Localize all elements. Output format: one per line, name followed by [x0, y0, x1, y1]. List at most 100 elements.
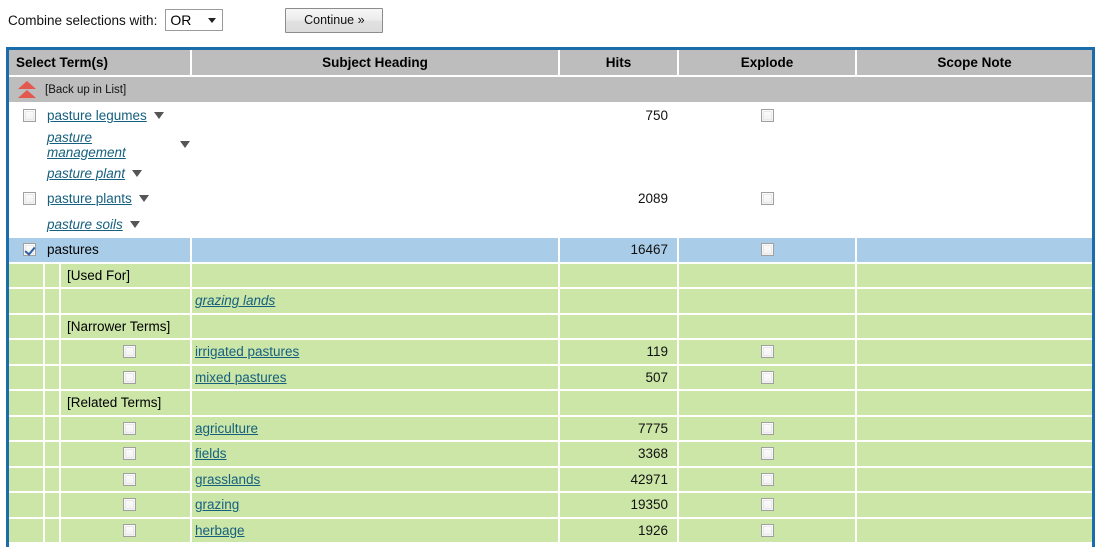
explode-cell	[678, 103, 857, 130]
explode-checkbox-irrigated-pastures[interactable]	[760, 345, 774, 359]
thesaurus-table-frame: Select Term(s) Subject Heading Hits Expl…	[6, 47, 1095, 547]
scope-note-cell	[856, 415, 1092, 442]
indent-content	[61, 468, 190, 492]
caret-down-icon[interactable]	[153, 112, 164, 120]
hits-cell	[559, 262, 679, 289]
select-checkbox-pasture-plants[interactable]	[23, 192, 36, 206]
caret-down-icon[interactable]	[132, 169, 143, 177]
caret-down-icon[interactable]	[138, 195, 149, 203]
column-header-select-terms: Select Term(s)	[9, 50, 192, 77]
subject-heading-cell: agriculture	[191, 415, 560, 442]
explode-checkbox-grasslands[interactable]	[760, 472, 774, 486]
select-term-cell	[9, 364, 192, 391]
indent-spacer-2	[45, 289, 61, 313]
hits-cell	[559, 313, 679, 340]
select-checkbox-pasture-legumes[interactable]	[23, 109, 36, 123]
term-link-pasture-plant[interactable]: pasture plant	[47, 166, 125, 181]
subject-heading-cell	[191, 390, 560, 417]
subject-heading-cell	[191, 313, 560, 340]
explode-holder	[679, 162, 855, 186]
caret-down-icon[interactable]	[129, 220, 140, 228]
subject-link-grazing[interactable]: grazing	[195, 497, 239, 512]
caret-down-icon[interactable]	[180, 141, 190, 148]
explode-checkbox-pastures[interactable]	[760, 243, 774, 257]
subject-link-agriculture[interactable]: agriculture	[195, 421, 258, 436]
term-link-pasture-soils[interactable]: pasture soils	[47, 217, 123, 232]
explode-holder	[679, 264, 855, 288]
select-term-cell	[9, 288, 192, 315]
subject-link-herbage[interactable]: herbage	[195, 523, 245, 538]
select-term-cell	[9, 339, 192, 366]
table-row: grazing lands	[9, 288, 1092, 315]
subject-heading-cell: grazing lands	[191, 288, 560, 315]
explode-cell	[678, 288, 857, 315]
explode-cell	[678, 160, 857, 187]
select-term-cell: pasture plant	[9, 160, 192, 187]
indent-spacer-2	[45, 467, 61, 491]
subject-link-fields[interactable]: fields	[195, 446, 227, 461]
subject-heading-cell	[191, 237, 560, 264]
select-checkbox-pastures[interactable]	[23, 243, 36, 257]
select-checkbox-fields[interactable]	[123, 447, 136, 461]
indent-spacer-1	[9, 289, 45, 313]
term-link-pasture-management[interactable]: pasture management	[47, 130, 173, 160]
hits-value-grasslands: 42971	[630, 471, 668, 487]
table-header-row: Select Term(s) Subject Heading Hits Expl…	[9, 50, 1092, 77]
explode-checkbox-agriculture[interactable]	[760, 421, 774, 435]
explode-cell	[678, 186, 857, 213]
select-checkbox-agriculture[interactable]	[123, 421, 136, 435]
select-term-cell: pasture legumes	[9, 103, 192, 130]
indent-spacer-1	[9, 314, 45, 338]
term-link-pasture-legumes[interactable]: pasture legumes	[47, 108, 147, 123]
explode-cell	[678, 211, 857, 238]
indent-spacer-2	[45, 314, 61, 338]
select-checkbox-grasslands[interactable]	[123, 472, 136, 486]
select-term-cell: pasture management	[9, 128, 192, 162]
hits-value-irrigated-pastures: 119	[646, 344, 668, 360]
indent-content	[61, 442, 190, 466]
explode-checkbox-fields[interactable]	[760, 447, 774, 461]
subject-link-irrigated-pastures[interactable]: irrigated pastures	[195, 344, 299, 359]
indent-spacer-2	[45, 365, 61, 389]
explode-checkbox-pasture-plants[interactable]	[760, 192, 774, 206]
scope-note-cell	[856, 517, 1092, 544]
scope-note-cell	[856, 103, 1092, 130]
explode-holder	[679, 468, 855, 492]
hits-cell: 19350	[559, 492, 679, 519]
select-checkbox-grazing[interactable]	[123, 498, 136, 512]
select-term-cell	[9, 492, 192, 519]
indent-spacer-1	[9, 416, 45, 440]
term-link-pasture-plants[interactable]: pasture plants	[47, 191, 132, 206]
explode-checkbox-pasture-legumes[interactable]	[760, 109, 774, 123]
back-up-arrow-icon[interactable]	[17, 81, 37, 98]
explode-cell	[678, 339, 857, 366]
subject-link-grasslands[interactable]: grasslands	[195, 472, 260, 487]
subject-link-grazing-lands[interactable]: grazing lands	[195, 293, 275, 308]
select-term-cell: [Narrower Terms]	[9, 313, 192, 340]
subject-link-mixed-pastures[interactable]: mixed pastures	[195, 370, 287, 385]
explode-checkbox-mixed-pastures[interactable]	[760, 370, 774, 384]
back-up-cell[interactable]: [Back up in List]	[9, 76, 1092, 104]
select-term-cell: [Used For]	[9, 262, 192, 289]
hits-cell: 16467	[559, 237, 679, 264]
select-checkbox-irrigated-pastures[interactable]	[123, 345, 136, 359]
explode-holder	[679, 366, 855, 390]
scope-note-cell	[856, 441, 1092, 468]
hits-value-used-for	[560, 264, 677, 288]
combine-operator-select[interactable]: OR AND	[165, 9, 224, 31]
table-row: fields 3368	[9, 441, 1092, 468]
back-up-in-list-label[interactable]: [Back up in List]	[45, 84, 126, 96]
select-checkbox-mixed-pastures[interactable]	[123, 370, 136, 384]
select-term-cell	[9, 441, 192, 468]
explode-checkbox-herbage[interactable]	[760, 523, 774, 537]
explode-holder	[679, 104, 855, 128]
explode-checkbox-grazing[interactable]	[760, 498, 774, 512]
indent-content	[61, 340, 190, 364]
back-up-in-list-row[interactable]: [Back up in List]	[9, 76, 1092, 104]
hits-value-grazing: 19350	[630, 497, 668, 513]
continue-button[interactable]: Continue »	[285, 7, 384, 33]
explode-holder	[679, 340, 855, 364]
select-checkbox-herbage[interactable]	[123, 523, 136, 537]
indent-content	[61, 493, 190, 517]
explode-cell	[678, 390, 857, 417]
